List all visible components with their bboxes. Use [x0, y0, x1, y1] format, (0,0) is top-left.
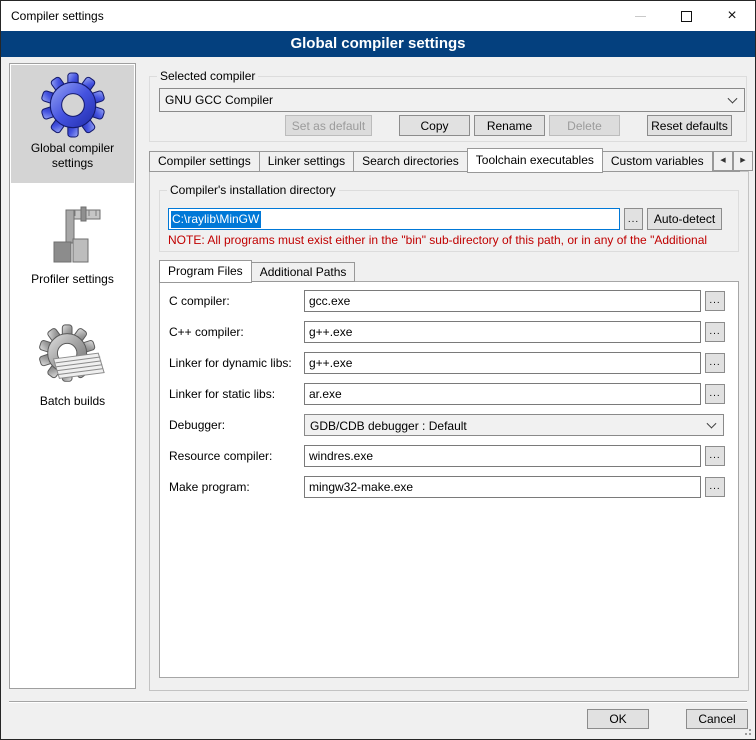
- tab-linker-settings[interactable]: Linker settings: [259, 151, 354, 172]
- make-program-input[interactable]: [304, 476, 701, 498]
- gray-gear-papers-icon: [38, 323, 108, 391]
- linker-dynamic-browse-button[interactable]: ...: [705, 353, 725, 373]
- maximize-button[interactable]: [663, 1, 709, 31]
- window-title: Compiler settings: [11, 1, 104, 31]
- resource-compiler-row: Resource compiler: ...: [159, 445, 739, 469]
- sidebar-item-batch-builds[interactable]: Batch builds: [11, 316, 134, 416]
- minimize-icon: [635, 16, 646, 17]
- maximize-icon: [681, 11, 692, 22]
- resource-compiler-input[interactable]: [304, 445, 701, 467]
- sidebar-item-label: Global compiler settings: [11, 141, 134, 171]
- copy-button[interactable]: Copy: [399, 115, 470, 136]
- sidebar-item-label: Profiler settings: [11, 272, 134, 287]
- linker-static-browse-button[interactable]: ...: [705, 384, 725, 404]
- cancel-button[interactable]: Cancel: [686, 709, 748, 729]
- debugger-value: GDB/CDB debugger : Default: [310, 419, 467, 433]
- c-compiler-input[interactable]: [304, 290, 701, 312]
- reset-defaults-button[interactable]: Reset defaults: [647, 115, 732, 136]
- linker-static-input[interactable]: [304, 383, 701, 405]
- compiler-settings-window: Compiler settings × Global compiler sett…: [0, 0, 756, 740]
- selected-compiler-legend: Selected compiler: [157, 69, 258, 83]
- tab-search-directories[interactable]: Search directories: [353, 151, 468, 172]
- install-dir-selected-text: C:\raylib\MinGW: [171, 211, 261, 228]
- linker-static-row: Linker for static libs: ...: [159, 383, 739, 407]
- chevron-down-icon: [707, 419, 717, 429]
- caliper-icon: [41, 205, 105, 269]
- dialog-banner: Global compiler settings: [1, 31, 755, 57]
- main-tabs: Compiler settings Linker settings Search…: [149, 147, 739, 172]
- delete-button: Delete: [549, 115, 620, 136]
- minimize-button: [617, 1, 663, 31]
- blue-gear-icon: [40, 72, 106, 138]
- debugger-select[interactable]: GDB/CDB debugger : Default: [304, 414, 724, 436]
- close-button[interactable]: ×: [709, 1, 755, 31]
- subtab-additional-paths[interactable]: Additional Paths: [251, 262, 356, 282]
- linker-dynamic-row: Linker for dynamic libs: ...: [159, 352, 739, 376]
- make-program-browse-button[interactable]: ...: [705, 477, 725, 497]
- selected-compiler-value: GNU GCC Compiler: [165, 93, 273, 107]
- autodetect-button[interactable]: Auto-detect: [647, 208, 722, 230]
- make-program-label: Make program:: [169, 476, 250, 498]
- selected-compiler-combobox[interactable]: GNU GCC Compiler: [159, 88, 745, 112]
- ok-button[interactable]: OK: [587, 709, 649, 729]
- footer-divider: [9, 701, 747, 702]
- resource-compiler-label: Resource compiler:: [169, 445, 272, 467]
- cpp-compiler-browse-button[interactable]: ...: [705, 322, 725, 342]
- toolchain-subtabs: Program Files Additional Paths: [159, 259, 354, 282]
- resource-compiler-browse-button[interactable]: ...: [705, 446, 725, 466]
- c-compiler-row: C compiler: ...: [159, 290, 739, 314]
- linker-dynamic-input[interactable]: [304, 352, 701, 374]
- tab-scroll-right-button[interactable]: ▶: [733, 151, 753, 171]
- chevron-down-icon: [728, 94, 738, 104]
- cpp-compiler-label: C++ compiler:: [169, 321, 244, 343]
- install-dir-group: Compiler's installation directory C:\ray…: [159, 190, 739, 252]
- linker-dynamic-label: Linker for dynamic libs:: [169, 352, 292, 374]
- tab-toolchain-executables[interactable]: Toolchain executables: [467, 148, 603, 173]
- selected-compiler-group: Selected compiler GNU GCC Compiler Set a…: [149, 76, 747, 142]
- tab-compiler-settings[interactable]: Compiler settings: [149, 151, 260, 172]
- debugger-row: Debugger: GDB/CDB debugger : Default: [159, 414, 739, 438]
- sidebar-item-label: Batch builds: [11, 394, 134, 409]
- install-dir-input[interactable]: C:\raylib\MinGW: [168, 208, 620, 230]
- sidebar-item-profiler-settings[interactable]: Profiler settings: [11, 198, 134, 294]
- close-icon: ×: [727, 8, 736, 24]
- tab-scroll-left-button[interactable]: ◀: [713, 151, 733, 171]
- rename-button[interactable]: Rename: [474, 115, 545, 136]
- window-controls: ×: [617, 1, 755, 31]
- c-compiler-label: C compiler:: [169, 290, 230, 312]
- cpp-compiler-row: C++ compiler: ...: [159, 321, 739, 345]
- set-as-default-button: Set as default: [285, 115, 372, 136]
- cpp-compiler-input[interactable]: [304, 321, 701, 343]
- c-compiler-browse-button[interactable]: ...: [705, 291, 725, 311]
- title-bar: Compiler settings ×: [1, 1, 755, 31]
- linker-static-label: Linker for static libs:: [169, 383, 275, 405]
- resize-grip[interactable]: [743, 727, 752, 736]
- settings-category-list: Global compiler settings Profiler settin…: [9, 63, 136, 689]
- make-program-row: Make program: ...: [159, 476, 739, 500]
- sidebar-item-global-compiler-settings[interactable]: Global compiler settings: [11, 65, 134, 183]
- install-dir-legend: Compiler's installation directory: [167, 183, 339, 197]
- debugger-label: Debugger:: [169, 414, 225, 436]
- banner-title: Global compiler settings: [290, 35, 465, 52]
- subtab-program-files[interactable]: Program Files: [159, 260, 252, 283]
- install-dir-note: NOTE: All programs must exist either in …: [168, 233, 734, 247]
- tab-custom-variables[interactable]: Custom variables: [602, 151, 713, 172]
- install-dir-browse-button[interactable]: ...: [624, 208, 643, 230]
